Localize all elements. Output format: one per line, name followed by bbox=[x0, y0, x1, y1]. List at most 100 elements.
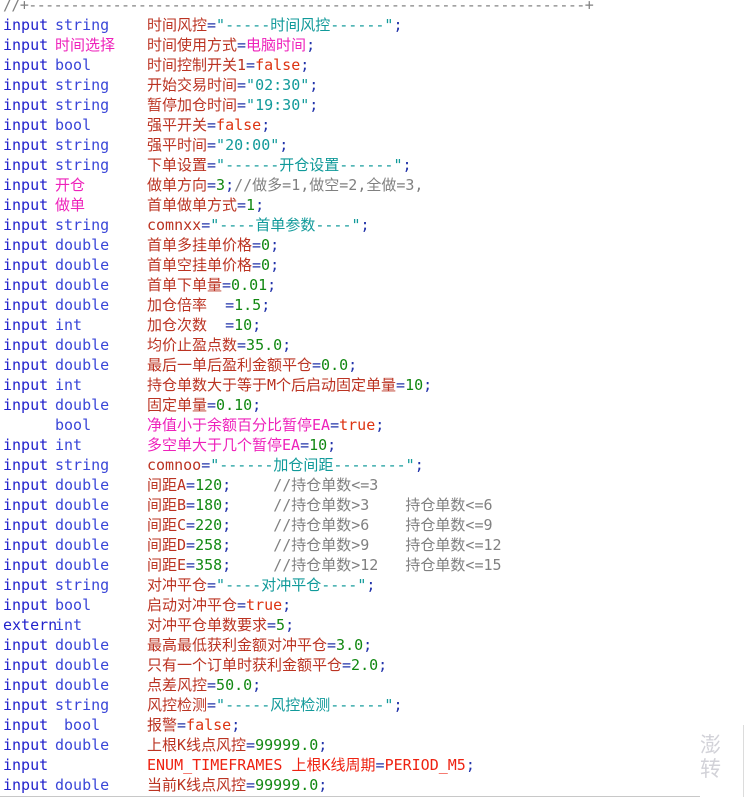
assign-operator: = bbox=[237, 36, 247, 54]
code-line[interactable]: input double 点差风控=50.0; bbox=[0, 675, 744, 695]
code-line[interactable]: input double 间距B=180; //持仓单数>3 持仓单数<=6 bbox=[0, 495, 744, 515]
statement-terminator: ; bbox=[360, 216, 370, 234]
code-line[interactable]: input bool 启动对冲平仓=true; bbox=[0, 595, 744, 615]
variable-value: 120 bbox=[195, 476, 223, 494]
variable-name: 间距B bbox=[147, 496, 187, 514]
statement-terminator: ; bbox=[222, 556, 232, 574]
statement-terminator: ; bbox=[282, 336, 292, 354]
declaration-body: 间距C=220; //持仓单数>6 持仓单数<=9 bbox=[147, 515, 493, 535]
code-line[interactable]: input double 当前K线点风控=99999.0; bbox=[0, 775, 744, 795]
variable-name: 时间风控 bbox=[147, 16, 208, 34]
code-line[interactable]: input double 上根K线点风控=99999.0; bbox=[0, 735, 744, 755]
variable-name: 间距D bbox=[147, 536, 187, 554]
variable-name: 持仓单数大于等于M个后启动固定单量 bbox=[147, 376, 397, 394]
statement-terminator: ; bbox=[261, 116, 271, 134]
code-line[interactable]: bool 净值小于余额百分比暂停EA=true; bbox=[0, 415, 744, 435]
inline-comment: //持仓单数>6 持仓单数<=9 bbox=[273, 516, 493, 534]
variable-name: 点差风控 bbox=[147, 676, 208, 694]
code-line[interactable]: input double 首单下单量=0.01; bbox=[0, 275, 744, 295]
assign-operator: = bbox=[207, 396, 217, 414]
variable-name: 只有一个订单时获利金额平仓 bbox=[147, 656, 343, 674]
declaration-keyword: input bbox=[3, 776, 49, 794]
declaration-keyword: input bbox=[3, 756, 49, 774]
code-line[interactable]: input double 只有一个订单时获利金额平仓=2.0; bbox=[0, 655, 744, 675]
code-line[interactable]: input double 固定单量=0.10; bbox=[0, 395, 744, 415]
code-line[interactable]: input double 首单多挂单价格=0; bbox=[0, 235, 744, 255]
code-line[interactable]: input double 间距E=358; //持仓单数>12 持仓单数<=15 bbox=[0, 555, 744, 575]
type-token: double bbox=[55, 656, 110, 674]
code-line[interactable]: input bool 强平开关=false; bbox=[0, 115, 744, 135]
inline-comment: //做多=1,做空=2,全做=3, bbox=[234, 176, 424, 194]
code-line[interactable]: input ENUM_TIMEFRAMES 上根K线周期=PERIOD_M5; bbox=[0, 755, 744, 775]
statement-terminator: ; bbox=[300, 56, 310, 74]
code-line[interactable]: input 开仓 做单方向=3;//做多=1,做空=2,全做=3, bbox=[0, 175, 744, 195]
statement-terminator: ; bbox=[318, 776, 328, 794]
declaration-body: 时间控制开关1=false; bbox=[147, 55, 309, 75]
code-line[interactable]: input string 对冲平仓="----对冲平仓----"; bbox=[0, 575, 744, 595]
variable-value: 10 bbox=[309, 436, 328, 454]
declaration-body: 做单方向=3;//做多=1,做空=2,全做=3, bbox=[147, 175, 423, 195]
code-line[interactable]: input string comnxx="----首单参数----"; bbox=[0, 215, 744, 235]
code-line[interactable]: input double 加仓倍率 =1.5; bbox=[0, 295, 744, 315]
assign-operator: = bbox=[186, 536, 196, 554]
code-lines-container: input string 时间风控="-----时间风控------"; input 时… bbox=[0, 15, 744, 795]
code-line[interactable]: input string 强平时间="20:00"; bbox=[0, 135, 744, 155]
type-token: int bbox=[55, 436, 83, 454]
declaration-body: 间距B=180; //持仓单数>3 持仓单数<=6 bbox=[147, 495, 493, 515]
variable-value: 50.0 bbox=[216, 676, 253, 694]
variable-value: false bbox=[186, 716, 232, 734]
code-line[interactable]: input double 均价止盈点数=35.0; bbox=[0, 335, 744, 355]
type-token: bool bbox=[55, 116, 92, 134]
code-line[interactable]: input string 开始交易时间="02:30"; bbox=[0, 75, 744, 95]
declaration-keyword: input bbox=[3, 76, 49, 94]
declaration-body: 均价止盈点数=35.0; bbox=[147, 335, 291, 355]
code-line[interactable]: input int 持仓单数大于等于M个后启动固定单量=10; bbox=[0, 375, 744, 395]
code-line[interactable]: input bool 时间控制开关1=false; bbox=[0, 55, 744, 75]
code-line[interactable]: input string 下单设置="------开仓设置------"; bbox=[0, 155, 744, 175]
variable-name: 强平开关 bbox=[147, 116, 208, 134]
assign-operator: = bbox=[267, 616, 277, 634]
code-line[interactable]: input double 首单空挂单价格=0; bbox=[0, 255, 744, 275]
statement-terminator: ; bbox=[285, 616, 295, 634]
code-line[interactable]: input double 间距C=220; //持仓单数>6 持仓单数<=9 bbox=[0, 515, 744, 535]
code-line[interactable]: input double 最高最低获利金额对冲平仓=3.0; bbox=[0, 635, 744, 655]
declaration-body: 时间风控="-----时间风控------"; bbox=[147, 15, 402, 35]
variable-value: "-----风控检测------" bbox=[216, 696, 394, 714]
declaration-keyword: input bbox=[3, 656, 49, 674]
declaration-keyword: input bbox=[3, 576, 49, 594]
type-token: double bbox=[55, 236, 110, 254]
assign-operator: = bbox=[252, 256, 262, 274]
declaration-body: 下单设置="------开仓设置------"; bbox=[147, 155, 412, 175]
variable-name: 间距C bbox=[147, 516, 187, 534]
code-line[interactable]: input string 时间风控="-----时间风控------"; bbox=[0, 15, 744, 35]
code-line[interactable]: extern int 对冲平仓单数要求=5; bbox=[0, 615, 744, 635]
assign-operator: = bbox=[186, 496, 196, 514]
code-line[interactable]: input double 间距A=120; //持仓单数<=3 bbox=[0, 475, 744, 495]
code-line[interactable]: input double 间距D=258; //持仓单数>9 持仓单数<=12 bbox=[0, 535, 744, 555]
statement-terminator: ; bbox=[282, 596, 292, 614]
declaration-body: 点差风控=50.0; bbox=[147, 675, 261, 695]
code-line[interactable]: input int 加仓次数 =10; bbox=[0, 315, 744, 335]
statement-terminator: ; bbox=[423, 376, 433, 394]
code-line[interactable]: input int 多空单大于几个暂停EA=10; bbox=[0, 435, 744, 455]
variable-value: 220 bbox=[195, 516, 223, 534]
variable-value: 0.0 bbox=[321, 356, 349, 374]
variable-value: "----对冲平仓----" bbox=[216, 576, 367, 594]
code-line[interactable]: input 做单 首单做单方式=1; bbox=[0, 195, 744, 215]
variable-name: 风控检测 bbox=[147, 696, 208, 714]
declaration-keyword: input bbox=[3, 636, 49, 654]
variable-value: 1 bbox=[246, 196, 256, 214]
code-line[interactable]: input double 最后一单后盈利金额平仓=0.0; bbox=[0, 355, 744, 375]
code-line[interactable]: input string 暂停加仓时间="19:30"; bbox=[0, 95, 744, 115]
type-token: bool bbox=[55, 416, 92, 434]
code-line[interactable]: input string comnoo="------加仓间距--------"; bbox=[0, 455, 744, 475]
code-editor-pane[interactable]: //+-------------------------------------… bbox=[0, 0, 744, 797]
type-token: double bbox=[55, 296, 110, 314]
code-line[interactable]: input string 风控检测="-----风控检测------"; bbox=[0, 695, 744, 715]
variable-name: 时间使用方式 bbox=[147, 36, 238, 54]
variable-name: 时间控制开关1 bbox=[147, 56, 247, 74]
variable-name: 间距E bbox=[147, 556, 187, 574]
type-token: string bbox=[55, 696, 110, 714]
code-line[interactable]: input bool 报警=false; bbox=[0, 715, 744, 735]
code-line[interactable]: input 时间选择 时间使用方式=电脑时间; bbox=[0, 35, 744, 55]
